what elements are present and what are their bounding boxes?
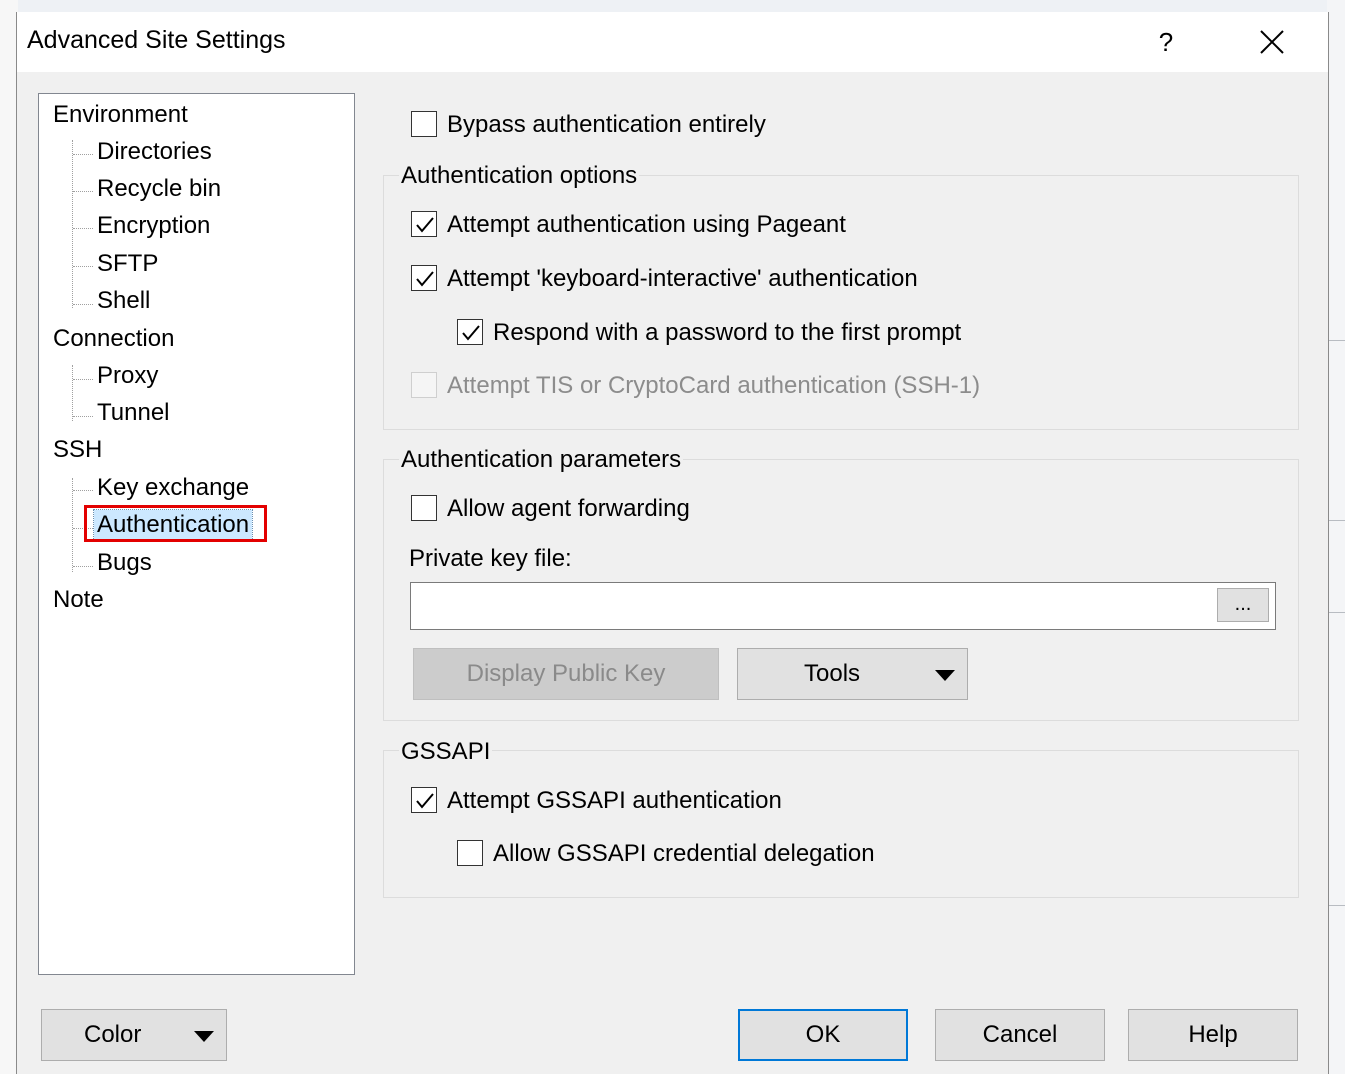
checkmark-icon: [416, 271, 434, 287]
tree-connector: [73, 416, 93, 417]
authentication-options-title: Authentication options: [399, 162, 640, 190]
tree-connector: [73, 191, 93, 192]
authentication-parameters-title: Authentication parameters: [399, 446, 684, 474]
tree-item-bugs[interactable]: Bugs: [97, 548, 152, 578]
tree-item-tunnel[interactable]: Tunnel: [97, 398, 170, 428]
annotation-highlight-box: [84, 505, 267, 542]
tree-connector: [73, 379, 93, 380]
tree-connector: [72, 478, 73, 572]
tree-item-ssh[interactable]: SSH: [53, 435, 102, 465]
button-label: OK: [805, 1021, 841, 1048]
button-label: Cancel: [982, 1021, 1058, 1048]
cancel-button[interactable]: Cancel: [935, 1009, 1105, 1061]
checkbox-box: [411, 265, 437, 291]
tree-connector: [73, 266, 93, 267]
button-label: Color: [84, 1021, 142, 1048]
background-window-right: [1327, 0, 1345, 1074]
chevron-down-icon: [935, 670, 955, 681]
tree-connector: [73, 490, 93, 491]
color-dropdown-button[interactable]: Color: [41, 1009, 227, 1061]
checkbox-label: Allow GSSAPI credential delegation: [493, 840, 875, 867]
tree-item-key-exchange[interactable]: Key exchange: [97, 473, 249, 503]
tree-item-connection[interactable]: Connection: [53, 324, 174, 354]
background-divider: [1327, 340, 1345, 341]
checkmark-icon: [416, 217, 434, 233]
checkbox-box: [411, 495, 437, 521]
checkbox-box: [411, 372, 437, 398]
tree-item-recycle-bin[interactable]: Recycle bin: [97, 174, 221, 204]
tree-connector: [73, 304, 93, 305]
display-public-key-button[interactable]: Display Public Key: [413, 648, 719, 700]
tools-dropdown-button[interactable]: Tools: [737, 648, 968, 700]
checkbox-box: [411, 211, 437, 237]
checkbox-label: Attempt GSSAPI authentication: [447, 787, 782, 814]
private-key-file-input[interactable]: [410, 582, 1276, 630]
help-question-button[interactable]: ?: [1143, 22, 1189, 62]
tree-item-proxy[interactable]: Proxy: [97, 361, 158, 391]
background-divider: [1327, 905, 1345, 906]
browse-private-key-button[interactable]: ...: [1217, 588, 1269, 622]
button-label: Display Public Key: [466, 660, 666, 687]
tree-item-directories[interactable]: Directories: [97, 137, 212, 167]
settings-tree[interactable]: Environment Directories Recycle bin Encr…: [38, 93, 355, 975]
tree-item-sftp[interactable]: SFTP: [97, 249, 158, 279]
dialog-titlebar: Advanced Site Settings ?: [17, 12, 1328, 72]
background-divider: [1327, 520, 1345, 521]
background-divider: [1327, 612, 1345, 613]
tree-item-encryption[interactable]: Encryption: [97, 211, 210, 241]
ok-button[interactable]: OK: [738, 1009, 908, 1061]
checkbox-box: [411, 111, 437, 137]
gssapi-group: [383, 750, 1299, 898]
help-button[interactable]: Help: [1128, 1009, 1298, 1061]
checkbox-label: Attempt TIS or CryptoCard authentication…: [447, 372, 981, 399]
gssapi-title: GSSAPI: [399, 738, 493, 766]
dialog-title: Advanced Site Settings: [27, 26, 286, 54]
tree-item-note[interactable]: Note: [53, 585, 104, 615]
checkbox-label: Attempt 'keyboard-interactive' authentic…: [447, 265, 918, 292]
tree-item-environment[interactable]: Environment: [53, 100, 188, 130]
close-icon: [1260, 30, 1284, 54]
tree-connector: [73, 566, 93, 567]
tree-connector: [72, 140, 73, 308]
checkbox-label: Respond with a password to the first pro…: [493, 319, 962, 346]
button-label: Help: [1188, 1021, 1238, 1048]
tree-connector: [73, 228, 93, 229]
tree-connector: [72, 365, 73, 421]
checkbox-label: Allow agent forwarding: [447, 495, 690, 522]
checkbox-label: Bypass authentication entirely: [447, 111, 766, 138]
private-key-file-label: Private key file:: [409, 545, 572, 572]
checkmark-icon: [462, 325, 480, 341]
checkbox-box: [457, 319, 483, 345]
button-label: Tools: [804, 660, 861, 687]
close-button[interactable]: [1247, 22, 1297, 62]
checkbox-label: Attempt authentication using Pageant: [447, 211, 846, 238]
checkbox-box: [411, 787, 437, 813]
tree-connector: [73, 154, 93, 155]
checkmark-icon: [416, 793, 434, 809]
advanced-site-settings-dialog: Advanced Site Settings ? Environment Dir…: [16, 12, 1329, 1074]
chevron-down-icon: [194, 1031, 214, 1042]
tree-item-shell[interactable]: Shell: [97, 286, 150, 316]
checkbox-box: [457, 840, 483, 866]
